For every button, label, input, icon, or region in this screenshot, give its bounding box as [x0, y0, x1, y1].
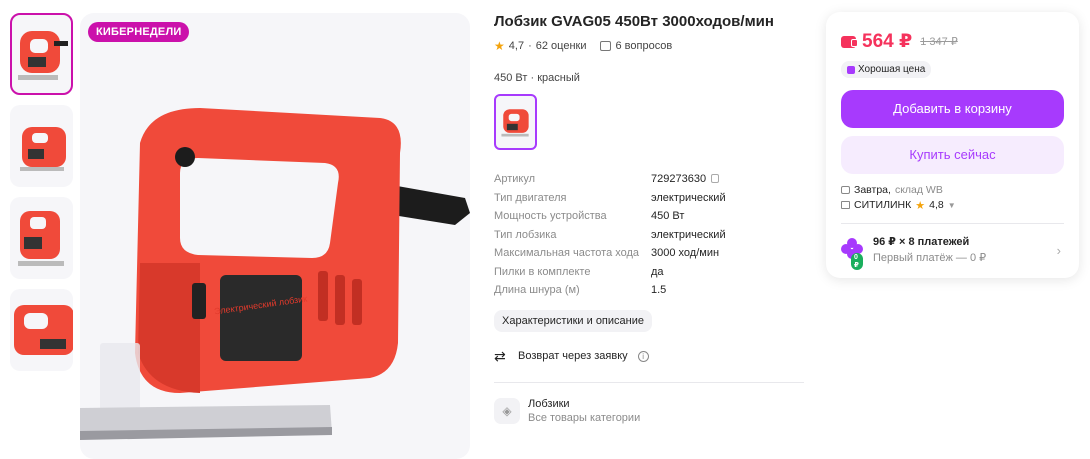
thumbnail-4[interactable] [10, 289, 73, 371]
color-swatch-red[interactable] [494, 94, 537, 150]
shop-icon [841, 201, 850, 209]
spec-key: Пилки в комплекте [494, 265, 591, 278]
thumbs-up-icon [847, 65, 855, 74]
spec-value: 729273630 [651, 170, 720, 189]
old-price: 1 347 ₽ [920, 36, 958, 48]
spec-key: Мощность устройства [494, 210, 607, 222]
jigsaw-illustration: Электрический лобзик [80, 108, 470, 440]
return-text: Возврат через заявку [518, 350, 628, 362]
category-all-link[interactable]: Все товары категории [528, 412, 640, 424]
add-to-cart-button[interactable]: Добавить в корзину [841, 89, 1064, 128]
chevron-down-icon[interactable]: ▼ [948, 201, 956, 210]
thumbnail-1[interactable] [10, 13, 73, 95]
seller-rating: 4,8 [929, 199, 944, 211]
spec-key: Артикул [494, 173, 536, 185]
installment-amount: 96 ₽ × 8 платежей [873, 235, 970, 248]
spec-row: Пилки в комплекте да [494, 263, 804, 282]
spec-value: 450 Вт [651, 210, 685, 222]
spec-row: Мощность устройства 450 Вт [494, 207, 804, 226]
seller-name[interactable]: СИТИЛИНК [854, 199, 911, 211]
seller-info[interactable]: СИТИЛИНК ★ 4,8 ▼ [841, 199, 1064, 212]
buy-now-button[interactable]: Купить сейчас [841, 135, 1064, 174]
product-info: Лобзик GVAG05 450Вт 3000ходов/мин ★ 4,7 … [494, 12, 804, 424]
article-number: 729273630 [651, 173, 707, 185]
questions-icon [600, 41, 612, 51]
info-icon[interactable]: i [637, 350, 649, 362]
spec-value: 1.5 [651, 284, 667, 296]
category-icon: ◈ [494, 397, 520, 424]
chevron-right-icon[interactable]: › [1057, 243, 1061, 258]
spec-row: Максимальная частота хода 3000 ход/мин [494, 244, 804, 263]
dot-separator: · [528, 40, 532, 52]
clover-icon: 0 ₽ [841, 238, 863, 270]
spec-key: Длина шнура (м) [494, 284, 580, 296]
specs-table: Артикул 729273630 Тип двигателя электрич… [494, 170, 804, 300]
thumbnail-3[interactable] [10, 197, 73, 279]
buy-card: 564 ₽ 1 347 ₽ Хорошая цена Добавить в ко… [826, 12, 1079, 278]
divider [841, 222, 1064, 224]
product-title: Лобзик GVAG05 450Вт 3000ходов/мин [494, 13, 774, 30]
variant-label: 450 Вт · красный [494, 72, 580, 84]
delivery-day: Завтра, [854, 183, 891, 196]
delivery-info: Завтра, склад WB [841, 184, 1064, 196]
price-row: 564 ₽ 1 347 ₽ [841, 30, 1064, 53]
spec-value: 3000 ход/мин [651, 247, 720, 259]
specs-description-button[interactable]: Характеристики и описание [494, 309, 652, 332]
delivery-box-icon [841, 185, 850, 194]
questions-count[interactable]: 6 вопросов [615, 40, 672, 52]
main-product-image[interactable]: КИБЕРНЕДЕЛИ Электрический лобзик [80, 13, 470, 459]
spec-value: электрический [651, 228, 726, 241]
thumbnail-list [10, 13, 73, 381]
return-policy: ⇄ Возврат через заявку i [494, 348, 804, 365]
good-price-badge: Хорошая цена [841, 61, 932, 78]
spec-key: Максимальная частота хода [494, 247, 640, 259]
reviews-count[interactable]: 62 оценки [536, 40, 587, 52]
copy-icon[interactable] [711, 174, 720, 183]
installment-offer[interactable]: 0 ₽ 96 ₽ × 8 платежей Первый платёж — 0 … [841, 235, 1064, 270]
spec-row: Тип лобзика электрический [494, 226, 804, 245]
rating-row: ★ 4,7 · 62 оценки 6 вопросов [494, 39, 804, 53]
promo-badge: КИБЕРНЕДЕЛИ [88, 22, 190, 42]
rating-value[interactable]: 4,7 [509, 40, 524, 52]
wallet-icon [841, 35, 858, 48]
category-name: Лобзики [528, 397, 570, 410]
category-link[interactable]: ◈ Лобзики Все товары категории [494, 397, 804, 424]
star-icon: ★ [915, 199, 926, 212]
zero-badge: 0 ₽ [851, 253, 863, 270]
spec-row: Артикул 729273630 [494, 170, 804, 189]
spec-key: Тип лобзика [494, 228, 557, 241]
installment-first-payment: Первый платёж — 0 ₽ [873, 251, 987, 264]
return-arrows-icon: ⇄ [494, 347, 506, 364]
spec-row: Тип двигателя электрический [494, 189, 804, 208]
current-price: 564 ₽ [862, 31, 913, 52]
spec-row: Длина шнура (м) 1.5 [494, 281, 804, 300]
spec-key: Тип двигателя [494, 191, 567, 204]
good-price-label: Хорошая цена [858, 64, 926, 75]
spec-value: да [651, 265, 664, 278]
delivery-warehouse: склад WB [894, 183, 943, 196]
thumbnail-2[interactable] [10, 105, 73, 187]
spec-value: электрический [651, 191, 726, 204]
star-icon: ★ [494, 39, 505, 53]
divider [494, 381, 804, 383]
